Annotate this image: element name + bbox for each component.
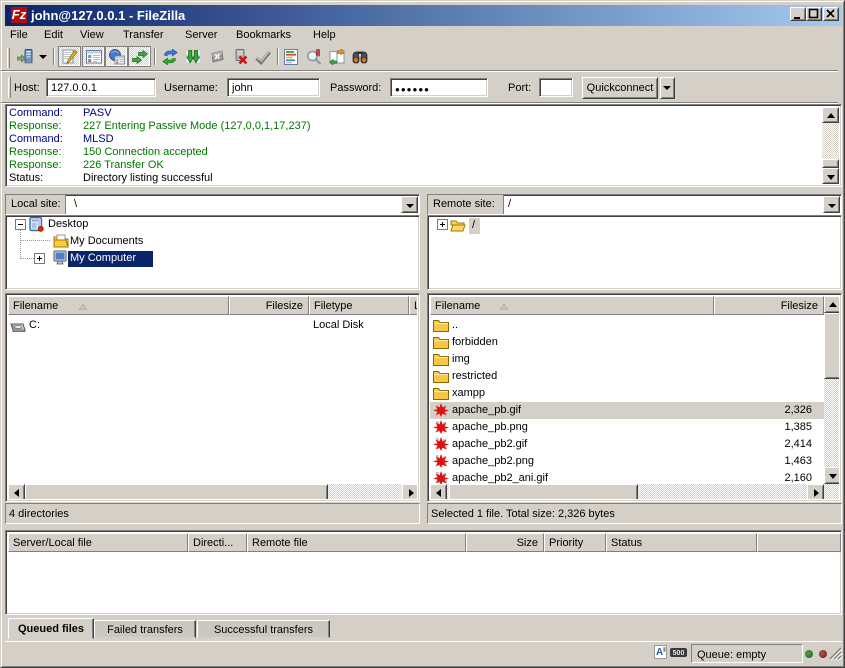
svg-text:500: 500 — [673, 650, 685, 657]
